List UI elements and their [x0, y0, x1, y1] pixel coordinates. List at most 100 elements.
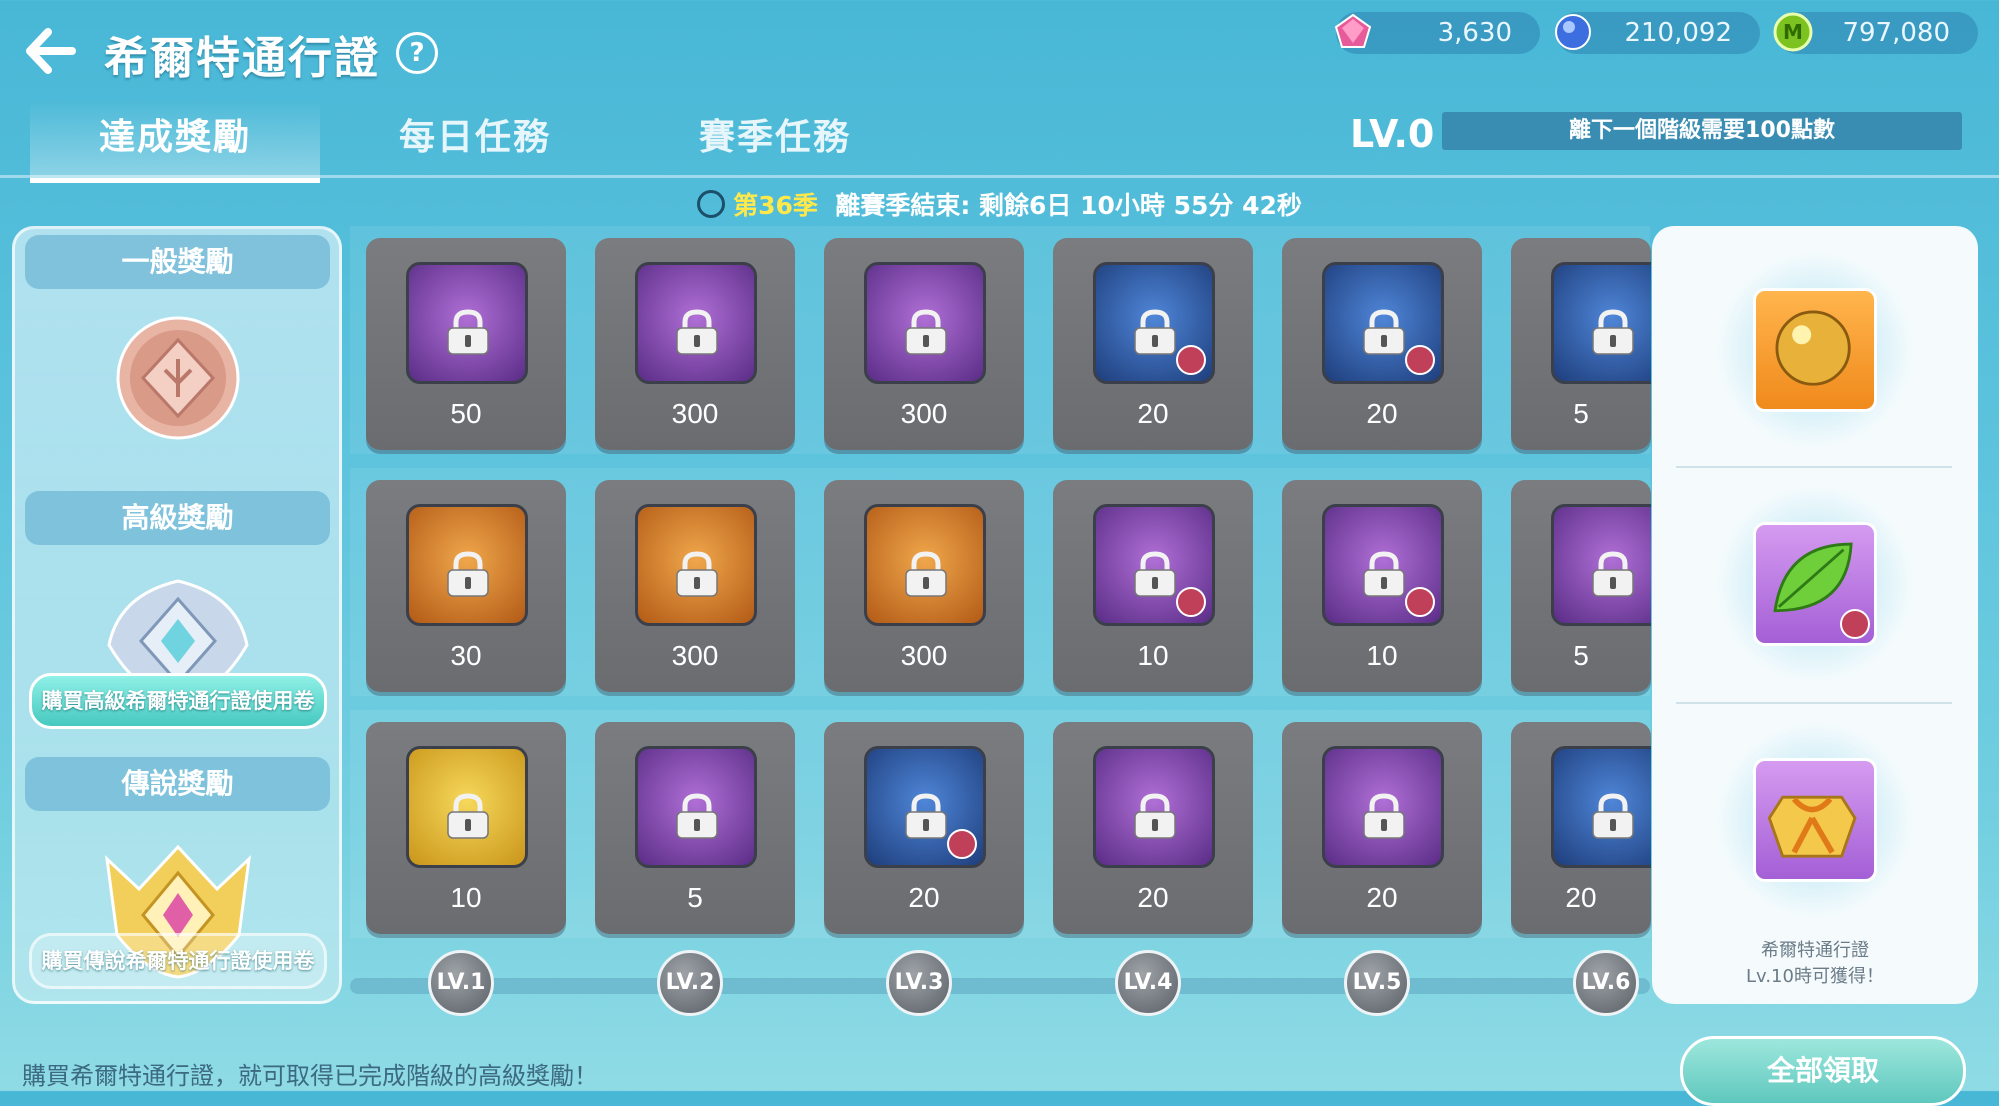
level-progress-bar: 離下一個階級需要100點數 — [1442, 112, 1962, 150]
strawberry-sandwich-icon — [1322, 262, 1444, 384]
reward-cell[interactable]: 300 — [824, 480, 1024, 692]
back-arrow-icon[interactable] — [26, 28, 76, 74]
green-coin-icon: M — [1773, 12, 1813, 52]
reward-cell[interactable]: 20 — [1053, 238, 1253, 450]
love-jar-icon — [406, 262, 528, 384]
reward-quantity: 300 — [900, 640, 948, 671]
reward-quantity: 10 — [1366, 640, 1398, 671]
reward-quantity: 5 — [687, 882, 703, 913]
blue-potion-icon — [864, 504, 986, 626]
lock-icon — [1134, 309, 1176, 355]
reward-quantity: 30 — [450, 640, 482, 671]
season-number: 第36季 — [733, 191, 818, 220]
reward-cell[interactable]: 10 — [366, 722, 566, 934]
reward-cell[interactable]: 20 — [824, 722, 1024, 934]
reward-cell[interactable]: 5 — [1511, 480, 1651, 692]
currency-value: 3,630 — [1437, 18, 1512, 48]
preview-slot[interactable] — [1715, 720, 1915, 920]
tab-season-missions[interactable]: 賽季任務 — [630, 100, 920, 178]
preview-slot[interactable] — [1715, 484, 1915, 684]
reward-cell[interactable]: 5 — [1511, 238, 1651, 450]
fries-icon — [635, 746, 757, 868]
tier-label-normal: 一般獎勵 — [25, 235, 330, 289]
pink-crystal-icon — [864, 746, 986, 868]
reward-quantity: 300 — [900, 398, 948, 429]
reward-quantity: 5 — [1573, 398, 1589, 429]
green-jar-icon — [406, 746, 528, 868]
buy-legend-pass-button[interactable]: 購買傳說希爾特通行證使用卷 — [29, 933, 327, 989]
lock-icon — [1363, 309, 1405, 355]
reward-cell[interactable]: 20 — [1511, 722, 1651, 934]
tier-label-legend: 傳說獎勵 — [25, 757, 330, 811]
footer-note: 購買希爾特通行證，就可取得已完成階級的高級獎勵！ — [22, 1062, 598, 1090]
reward-cell[interactable]: 20 — [1282, 238, 1482, 450]
reward-cell[interactable]: 20 — [1282, 722, 1482, 934]
level-node-6[interactable]: LV.6 — [1573, 950, 1639, 1016]
reward-quantity: 10 — [1137, 640, 1169, 671]
reward-quantity: 10 — [450, 882, 482, 913]
reward-cell[interactable]: 300 — [595, 480, 795, 692]
reward-cell[interactable]: 10 — [1282, 480, 1482, 692]
reward-cell[interactable]: 20 — [1053, 722, 1253, 934]
reward-cell[interactable]: 300 — [824, 238, 1024, 450]
reward-cell[interactable]: 30 — [366, 480, 566, 692]
reward-quantity: 20 — [1137, 398, 1169, 429]
clock-icon — [697, 190, 726, 218]
lock-icon — [676, 309, 718, 355]
lock-icon — [1592, 793, 1634, 839]
lock-icon — [1134, 793, 1176, 839]
tab-divider — [0, 175, 1999, 178]
reward-quantity: 20 — [1366, 882, 1398, 913]
blue-gem-icon — [1555, 14, 1591, 50]
reward-quantity: 5 — [1573, 640, 1589, 671]
preview-slot[interactable] — [1715, 250, 1915, 450]
level-node-4[interactable]: LV.4 — [1115, 950, 1181, 1016]
season-remaining: 離賽季結束: 剩餘6日 10小時 55分 42秒 — [835, 191, 1302, 220]
tab-daily-missions[interactable]: 每日任務 — [330, 100, 620, 178]
tea-cup-icon — [1322, 746, 1444, 868]
tier-label-advanced: 高級獎勵 — [25, 491, 330, 545]
reward-quantity: 20 — [908, 882, 940, 913]
no-trade-icon — [1405, 587, 1435, 617]
level-node-1[interactable]: LV.1 — [428, 950, 494, 1016]
reward-quantity: 300 — [671, 398, 719, 429]
level-node-5[interactable]: LV.5 — [1344, 950, 1410, 1016]
lock-icon — [905, 793, 947, 839]
onion-rings-icon — [1551, 262, 1651, 384]
help-icon[interactable]: ? — [396, 32, 438, 74]
reward-quantity: 20 — [1565, 882, 1597, 913]
soup-bowl-icon — [1093, 746, 1215, 868]
season-timer: 第36季 離賽季結束: 剩餘6日 10小時 55分 42秒 — [0, 186, 1999, 222]
gold-orb-icon — [1753, 288, 1877, 412]
page-title: 希爾特通行證 — [104, 33, 380, 84]
tab-achievement-rewards[interactable]: 達成獎勵 — [30, 100, 320, 183]
reward-cell[interactable]: 300 — [595, 238, 795, 450]
lock-icon — [1134, 551, 1176, 597]
burger-icon — [1093, 504, 1215, 626]
currency-value: 797,080 — [1842, 18, 1950, 48]
red-potion-icon — [864, 262, 986, 384]
claim-all-button[interactable]: 全部領取 — [1680, 1036, 1966, 1106]
reward-tier-panel: 一般獎勵 高級獎勵 購買高級希爾特通行證使用卷 傳說獎勵 購買傳說希爾特通行證使… — [12, 226, 342, 1004]
sandwich-icon — [1322, 504, 1444, 626]
level-node-3[interactable]: LV.3 — [886, 950, 952, 1016]
currency-pink-gem: 3,630 — [1334, 12, 1540, 54]
reward-cell[interactable]: 10 — [1053, 480, 1253, 692]
lock-icon — [1363, 793, 1405, 839]
level-node-2[interactable]: LV.2 — [657, 950, 723, 1016]
cupcake-icon — [1093, 262, 1215, 384]
currency-green-coin: M 797,080 — [1773, 12, 1978, 54]
svg-text:M: M — [1783, 20, 1803, 44]
reward-cell[interactable]: 5 — [595, 722, 795, 934]
lock-icon — [1592, 551, 1634, 597]
reward-cell[interactable]: 50 — [366, 238, 566, 450]
blue-potion-icon — [635, 262, 757, 384]
lock-icon — [447, 309, 489, 355]
level-track — [350, 978, 1650, 994]
lock-icon — [676, 551, 718, 597]
no-trade-icon — [947, 829, 977, 859]
buy-advanced-pass-button[interactable]: 購買高級希爾特通行證使用卷 — [29, 673, 327, 729]
red-potion-icon — [635, 504, 757, 626]
lock-icon — [447, 793, 489, 839]
reward-quantity: 300 — [671, 640, 719, 671]
